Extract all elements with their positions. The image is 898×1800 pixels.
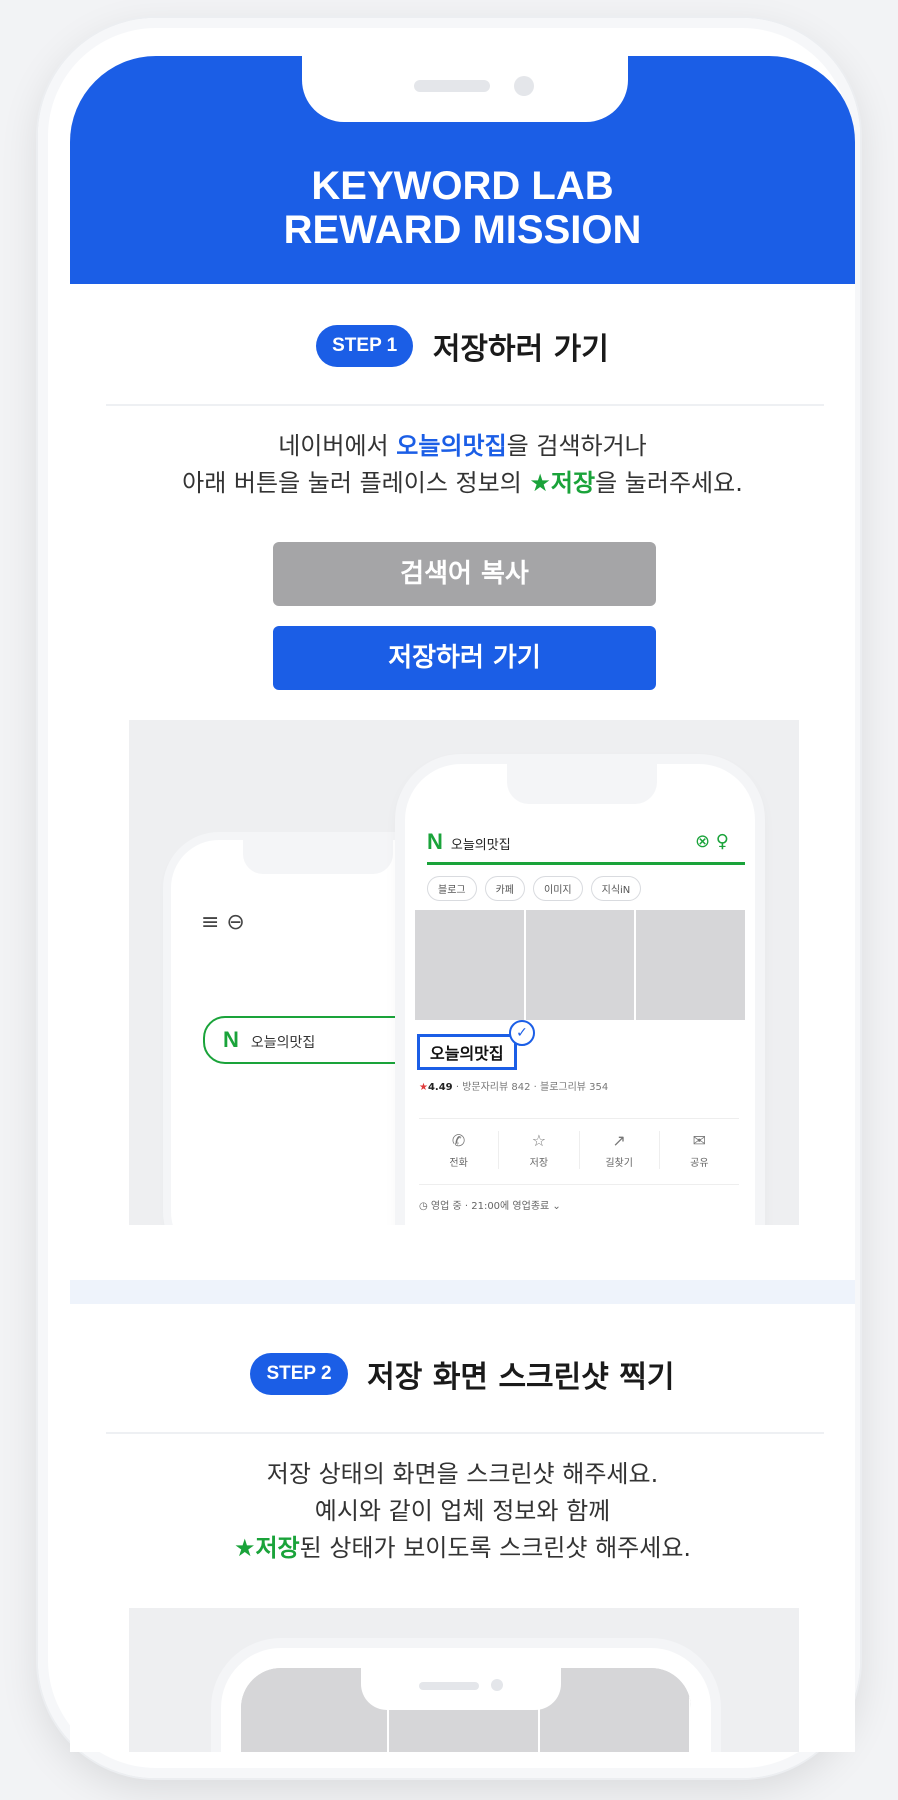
chip-cafe: 카페 xyxy=(484,876,526,901)
desc-text: 아래 버튼을 눌러 플레이스 정보의 xyxy=(182,469,530,497)
share-icon: ✉ xyxy=(692,1131,707,1150)
business-hours: ◷ 영업 중 · 21:00에 영업종료 ⌄ xyxy=(419,1184,739,1212)
chip-blog: 블로그 xyxy=(427,876,477,901)
place-photos xyxy=(415,910,746,1020)
search-text: 오늘의맛집 xyxy=(250,1035,316,1051)
photo-placeholder xyxy=(525,910,635,1020)
step2-desc-line2: 예시와 같이 업체 정보와 함께 xyxy=(314,1497,611,1525)
step2-desc-line1: 저장 상태의 화면을 스크린샷 해주세요. xyxy=(266,1460,659,1488)
rating-value: 4.49 xyxy=(427,1082,453,1093)
desc-text: 네이버에서 xyxy=(278,432,397,460)
action-label: 공유 xyxy=(690,1158,709,1169)
go-save-button[interactable]: 저장하러 가기 xyxy=(273,626,656,690)
page-title-line2: REWARD MISSION xyxy=(283,208,642,252)
phone-notch xyxy=(361,1668,561,1710)
action-label: 전화 xyxy=(449,1158,468,1169)
example-image-step1: ≡ ⊖ N 오늘의맛집 N 오늘의맛집 ⊗ ♀ 블로그 카페 이미지 지식iN 오늘의맛집… xyxy=(129,720,799,1225)
section-separator xyxy=(70,1280,855,1304)
action-label: 저장 xyxy=(529,1158,549,1169)
search-bar: N 오늘의맛집 ⊗ ♀ xyxy=(427,824,745,865)
rating-row: ★4.49 · 방문자리뷰 842 · 블로그리뷰 354 xyxy=(419,1078,608,1093)
mic-icon: ⊗ ♀ xyxy=(695,831,729,852)
copy-keyword-button[interactable]: 검색어 복사 xyxy=(273,542,656,606)
step1-description: 네이버에서 오늘의맛집을 검색하거나 아래 버튼을 눌러 플레이스 정보의 ★저… xyxy=(70,428,855,502)
save-highlight: ★저장 xyxy=(233,1534,300,1562)
menu-icon: ≡ ⊖ xyxy=(201,910,245,935)
chip-image: 이미지 xyxy=(533,876,583,901)
camera-icon xyxy=(491,1679,503,1691)
star-icon: ★ xyxy=(419,1082,428,1093)
action-share: ✉ 공유 xyxy=(660,1131,739,1169)
chip-kin: 지식iN xyxy=(590,876,642,901)
desc-text: 을 검색하거나 xyxy=(506,432,647,460)
speaker-icon xyxy=(419,1682,479,1690)
phone-mockup xyxy=(221,1648,711,1752)
desc-text: 을 눌러주세요. xyxy=(595,469,743,497)
step2-badge: STEP 2 xyxy=(250,1353,348,1395)
save-highlight: ★저장 xyxy=(529,469,596,497)
photo-placeholder xyxy=(415,910,524,1020)
step1-desc-line1: 네이버에서 오늘의맛집을 검색하거나 xyxy=(70,428,855,465)
phone-screen: KEYWORD LAB REWARD MISSION STEP 1 저장하러 가… xyxy=(70,56,855,1752)
action-label: 길찾기 xyxy=(605,1158,633,1169)
naver-logo-icon: N xyxy=(223,1027,239,1052)
example-image-step2 xyxy=(129,1608,799,1752)
header-banner: KEYWORD LAB REWARD MISSION xyxy=(70,56,855,284)
step1-title: 저장하러 가기 xyxy=(432,332,609,367)
check-icon: ✓ xyxy=(509,1020,535,1046)
phone-notch xyxy=(243,840,393,874)
keyword-highlight: 오늘의맛집 xyxy=(396,432,507,460)
divider xyxy=(106,404,824,406)
page-title: KEYWORD LAB REWARD MISSION xyxy=(70,164,855,252)
photo-placeholder xyxy=(636,910,746,1020)
step1-badge: STEP 1 xyxy=(316,325,414,367)
place-name: 오늘의맛집 xyxy=(417,1034,517,1070)
front-phone-mockup: N 오늘의맛집 ⊗ ♀ 블로그 카페 이미지 지식iN 오늘의맛집 ✓ ★4.49 · … xyxy=(405,764,755,1225)
camera-icon xyxy=(514,76,534,96)
action-directions: ↗ 길찾기 xyxy=(580,1131,660,1169)
step2-description: 저장 상태의 화면을 스크린샷 해주세요. 예시와 같이 업체 정보와 함께 ★… xyxy=(70,1456,855,1567)
phone-notch xyxy=(302,56,628,122)
step2-desc-line3: ★저장된 상태가 보이도록 스크린샷 해주세요. xyxy=(70,1530,855,1567)
star-icon: ☆ xyxy=(531,1131,547,1150)
step1-heading: STEP 1 저장하러 가기 xyxy=(70,324,855,368)
photo-placeholder xyxy=(543,1668,691,1752)
step2-heading: STEP 2 저장 화면 스크린샷 찍기 xyxy=(70,1352,855,1396)
directions-icon: ↗ xyxy=(612,1131,626,1150)
review-counts: · 방문자리뷰 842 · 블로그리뷰 354 xyxy=(452,1082,609,1093)
search-tabs: 블로그 카페 이미지 지식iN xyxy=(427,876,649,901)
naver-logo-icon: N xyxy=(427,829,443,854)
step1-desc-line2: 아래 버튼을 눌러 플레이스 정보의 ★저장을 눌러주세요. xyxy=(70,465,855,502)
divider xyxy=(106,1432,824,1434)
phone-notch xyxy=(507,764,657,804)
step2-title: 저장 화면 스크린샷 찍기 xyxy=(367,1360,675,1395)
phone-icon: ✆ xyxy=(451,1131,466,1150)
place-actions: ✆ 전화 ☆ 저장 ↗ 길찾기 ✉ 공유 xyxy=(419,1118,739,1169)
action-save: ☆ 저장 xyxy=(499,1131,580,1169)
page-title-line1: KEYWORD LAB xyxy=(311,164,614,208)
desc-text: 된 상태가 보이도록 스크린샷 해주세요. xyxy=(299,1534,692,1562)
search-text: 오늘의맛집 xyxy=(450,838,511,853)
action-call: ✆ 전화 xyxy=(419,1131,500,1169)
speaker-icon xyxy=(414,80,490,92)
